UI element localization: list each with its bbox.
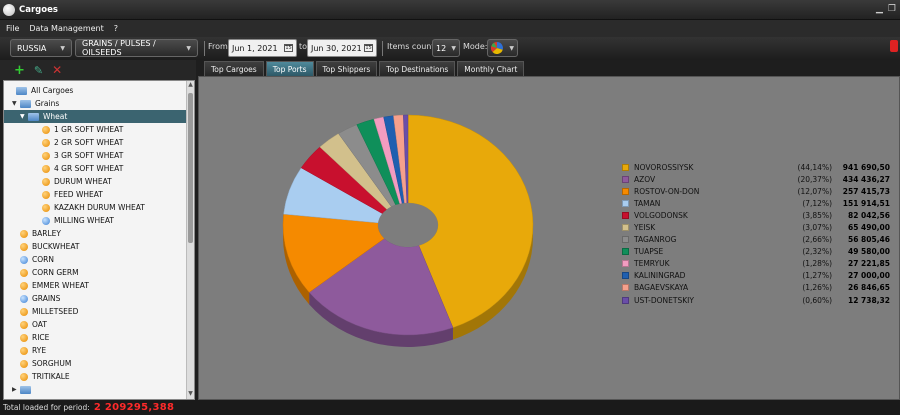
legend-percent: (3,07%) <box>802 223 832 233</box>
legend-swatch <box>622 260 629 268</box>
legend-value: 257 415,73 <box>842 186 890 196</box>
legend-value: 27 000,00 <box>848 271 890 281</box>
legend-percent: (2,66%) <box>802 235 832 245</box>
legend-percent: (3,85%) <box>802 210 832 220</box>
legend-swatch <box>622 199 629 207</box>
legend-swatch <box>622 187 629 195</box>
chart-legend: NOVOROSSIYSK (44,14%) 941 690,50 AZOV (20,37… <box>622 161 890 306</box>
legend-value: 941 690,50 <box>842 162 890 172</box>
legend-item: YEISK (3,07%) 65 490,00 <box>622 221 890 233</box>
legend-percent: (44,14%) <box>797 162 832 172</box>
legend-percent: (1,26%) <box>802 283 832 293</box>
legend-swatch <box>622 284 629 292</box>
legend-item: TAGANROG (2,66%) 56 805,46 <box>622 234 890 246</box>
legend-swatch <box>622 272 629 280</box>
legend-item: UST-DONETSKIY (0,60%) 12 738,32 <box>622 294 890 306</box>
legend-item: TEMRYUK (1,28%) 27 221,85 <box>622 258 890 270</box>
legend-swatch <box>622 211 629 219</box>
total-loaded-label: Total loaded for period: <box>3 403 90 412</box>
legend-item: TAMAN (7,12%) 151 914,51 <box>622 197 890 209</box>
legend-value: 26 846,65 <box>848 283 890 293</box>
legend-percent: (1,27%) <box>802 271 832 281</box>
legend-swatch <box>622 296 629 304</box>
legend-item: NOVOROSSIYSK (44,14%) 941 690,50 <box>622 161 890 173</box>
legend-item: VOLGODONSK (3,85%) 82 042,56 <box>622 209 890 221</box>
legend-percent: (0,60%) <box>802 295 832 305</box>
status-bar: Total loaded for period: 2 209295,388 <box>0 400 900 415</box>
legend-item: TUAPSE (2,32%) 49 580,00 <box>622 246 890 258</box>
donut-hole <box>378 203 438 247</box>
legend-value: 49 580,00 <box>848 247 890 257</box>
legend-item: KALININGRAD (1,27%) 27 000,00 <box>622 270 890 282</box>
legend-item: BAGAEVSKAYA (1,26%) 26 846,65 <box>622 282 890 294</box>
legend-percent: (12,07%) <box>797 186 832 196</box>
legend-percent: (7,12%) <box>802 198 832 208</box>
legend-percent: (2,32%) <box>802 247 832 257</box>
total-loaded-value: 2 209295,388 <box>93 402 175 413</box>
legend-value: 65 490,00 <box>848 223 890 233</box>
legend-swatch <box>622 175 629 183</box>
legend-swatch <box>622 236 629 244</box>
legend-swatch <box>622 224 629 232</box>
legend-percent: (20,37%) <box>797 174 832 184</box>
legend-value: 56 805,46 <box>848 235 890 245</box>
legend-percent: (1,28%) <box>802 259 832 269</box>
legend-value: 82 042,56 <box>848 210 890 220</box>
legend-item: ROSTOV-ON-DON (12,07%) 257 415,73 <box>622 185 890 197</box>
legend-value: 27 221,85 <box>848 259 890 269</box>
legend-value: 434 436,27 <box>842 174 890 184</box>
legend-swatch <box>622 163 629 171</box>
legend-value: 12 738,32 <box>848 295 890 305</box>
legend-swatch <box>622 248 629 256</box>
legend-item: AZOV (20,37%) 434 436,27 <box>622 173 890 185</box>
legend-value: 151 914,51 <box>842 198 890 208</box>
